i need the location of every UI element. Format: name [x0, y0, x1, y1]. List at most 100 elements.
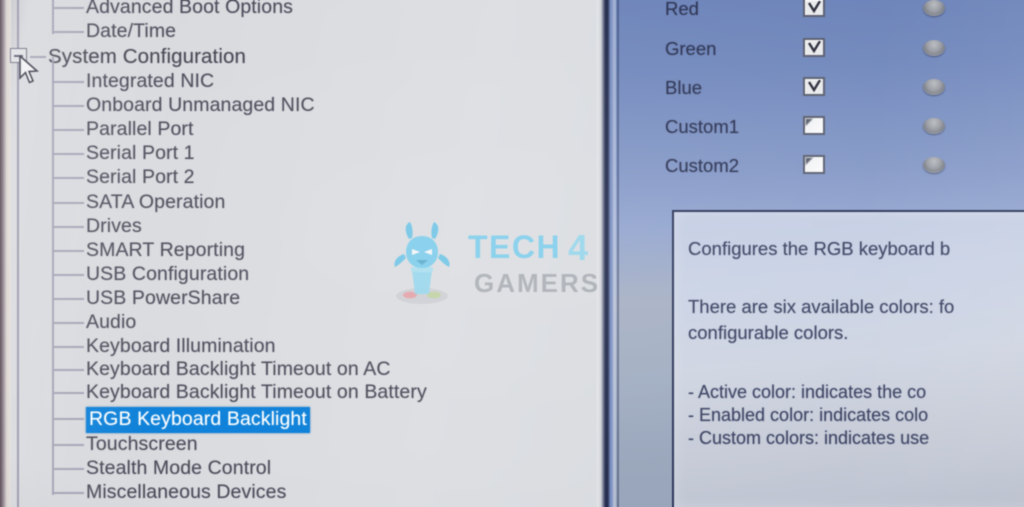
tree-item[interactable]: Stealth Mode Control [0, 457, 600, 481]
tree-branch-line [54, 322, 84, 324]
tree-item-label: Audio [86, 311, 137, 333]
tree-item[interactable]: Serial Port 2 [0, 166, 600, 190]
tree-branch-line [54, 202, 84, 204]
tree-item-label: Miscellaneous Devices [86, 481, 287, 503]
tree-child-spine-line [52, 57, 54, 495]
tree-item[interactable]: Parallel Port [0, 118, 600, 142]
tree-item-selected[interactable]: RGB Keyboard Backlight [0, 407, 600, 433]
tree-item-label: Integrated NIC [86, 70, 215, 92]
tree-branch-line [54, 105, 84, 107]
tree-item[interactable]: SMART Reporting [0, 239, 600, 263]
tree-item[interactable]: Audio [0, 311, 600, 335]
help-bullet-line: - Custom colors: indicates use [688, 428, 930, 448]
tree-item-label: Keyboard Backlight Timeout on AC [86, 358, 391, 380]
tree-item[interactable]: Touchscreen [0, 433, 600, 457]
tree-branch-line [54, 129, 84, 131]
tree-branch-line [54, 274, 84, 276]
tree-item[interactable]: Integrated NIC [0, 70, 600, 94]
tree-item-label: Serial Port 2 [86, 166, 195, 188]
checkmark-icon [808, 80, 821, 92]
tree-branch-line [54, 418, 84, 420]
tree-item-label: Keyboard Illumination [86, 335, 276, 357]
color-option-label: Custom1 [665, 116, 740, 137]
tree-item-label: Onboard Unmanaged NIC [86, 94, 315, 116]
tree-branch-line [54, 444, 84, 446]
tree-branch-line [54, 31, 84, 33]
tree-item-label: Serial Port 1 [86, 142, 195, 164]
checkmark-icon [808, 1, 821, 13]
checkbox-checked[interactable] [803, 77, 825, 96]
tree-item-label: Keyboard Backlight Timeout on Battery [86, 381, 427, 403]
tree-branch-line [54, 177, 84, 179]
tree-item[interactable]: Onboard Unmanaged NIC [0, 94, 600, 118]
help-paragraph-line: There are six available colors: fo [688, 296, 955, 317]
color-option-label: Blue [665, 77, 703, 98]
expand-collapse-toggle-icon[interactable] [10, 48, 27, 63]
color-option-row[interactable]: Custom1 [613, 114, 1024, 140]
tree-item-label: Stealth Mode Control [86, 457, 272, 479]
color-option-row[interactable]: Green [613, 36, 1024, 62]
tree-item[interactable]: Keyboard Backlight Timeout on AC [0, 358, 600, 382]
help-paragraph-line: configurable colors. [688, 322, 849, 343]
tree-item[interactable]: Serial Port 1 [0, 142, 600, 166]
tree-item-label: Touchscreen [86, 433, 198, 455]
settings-tree-pane[interactable]: Advanced Boot Options Date/Time System Con… [0, 0, 600, 507]
checkbox-unchecked[interactable] [803, 116, 825, 135]
tree-item[interactable]: Keyboard Illumination [0, 335, 600, 359]
color-option-row[interactable]: Custom2 [613, 153, 1024, 179]
tree-branch-line [30, 56, 46, 58]
color-preview-oval-button[interactable] [923, 118, 945, 134]
tree-item-label: SATA Operation [86, 191, 226, 213]
color-option-label: Green [665, 38, 717, 59]
tree-item-label: Parallel Port [86, 118, 194, 140]
color-preview-oval-button[interactable] [923, 157, 945, 173]
tree-branch-line [54, 468, 84, 470]
tree-item-label: Advanced Boot Options [86, 0, 293, 18]
help-bullet-line: - Active color: indicates the co [688, 382, 927, 402]
tree-branch-line [54, 226, 84, 228]
tree-child-spine-line-top [52, 0, 54, 34]
color-preview-oval-button[interactable] [923, 0, 945, 16]
tree-branch-line [54, 7, 84, 9]
color-option-label: Red [665, 0, 699, 19]
color-option-row[interactable]: Red [613, 0, 1024, 22]
tree-item[interactable]: Keyboard Backlight Timeout on Battery [0, 381, 600, 405]
options-pane[interactable]: Red Green Blue Custom1 Custom2 Configures th… [613, 0, 1024, 507]
tree-item-label: System Configuration [48, 45, 246, 68]
help-bullet-line: - Enabled color: indicates colo [688, 405, 929, 425]
tree-item[interactable]: USB Configuration [0, 263, 600, 287]
tree-item-label: RGB Keyboard Backlight [86, 407, 310, 433]
help-description-box: Configures the RGB keyboard b There are s… [672, 210, 1024, 507]
minus-glyph [14, 55, 23, 57]
tree-item-label: USB PowerShare [86, 287, 241, 309]
checkbox-checked[interactable] [803, 0, 825, 17]
tree-branch-line [54, 346, 84, 348]
tree-item[interactable]: Advanced Boot Options [0, 0, 600, 20]
color-preview-oval-button[interactable] [923, 40, 945, 56]
tree-item[interactable]: SATA Operation [0, 191, 600, 215]
checkmark-icon [808, 41, 821, 53]
tree-branch-line [54, 369, 84, 371]
tree-item-label: SMART Reporting [86, 239, 246, 261]
tree-branch-line [54, 298, 84, 300]
help-paragraph-line: Configures the RGB keyboard b [688, 238, 951, 259]
tree-item-label: Date/Time [86, 20, 177, 42]
tree-item[interactable]: Miscellaneous Devices [0, 481, 600, 505]
color-option-label: Custom2 [665, 155, 740, 176]
checkbox-unchecked[interactable] [803, 155, 825, 174]
tree-item[interactable]: Date/Time [0, 20, 600, 44]
tree-item[interactable]: Drives [0, 215, 600, 239]
tree-item-label: Drives [86, 215, 142, 237]
tree-item[interactable]: System Configuration [0, 45, 600, 69]
checkbox-checked[interactable] [803, 38, 825, 57]
tree-item[interactable]: USB PowerShare [0, 287, 600, 311]
tree-branch-line [54, 492, 84, 494]
tree-branch-line [54, 153, 84, 155]
tree-branch-line [54, 392, 84, 394]
tree-item-label: USB Configuration [86, 263, 250, 285]
color-preview-oval-button[interactable] [923, 79, 945, 95]
tree-branch-line [54, 250, 84, 252]
tree-branch-line [54, 81, 84, 83]
bios-setup-screenshot: Advanced Boot Options Date/Time System Con… [0, 0, 1024, 507]
color-option-row[interactable]: Blue [613, 75, 1024, 101]
